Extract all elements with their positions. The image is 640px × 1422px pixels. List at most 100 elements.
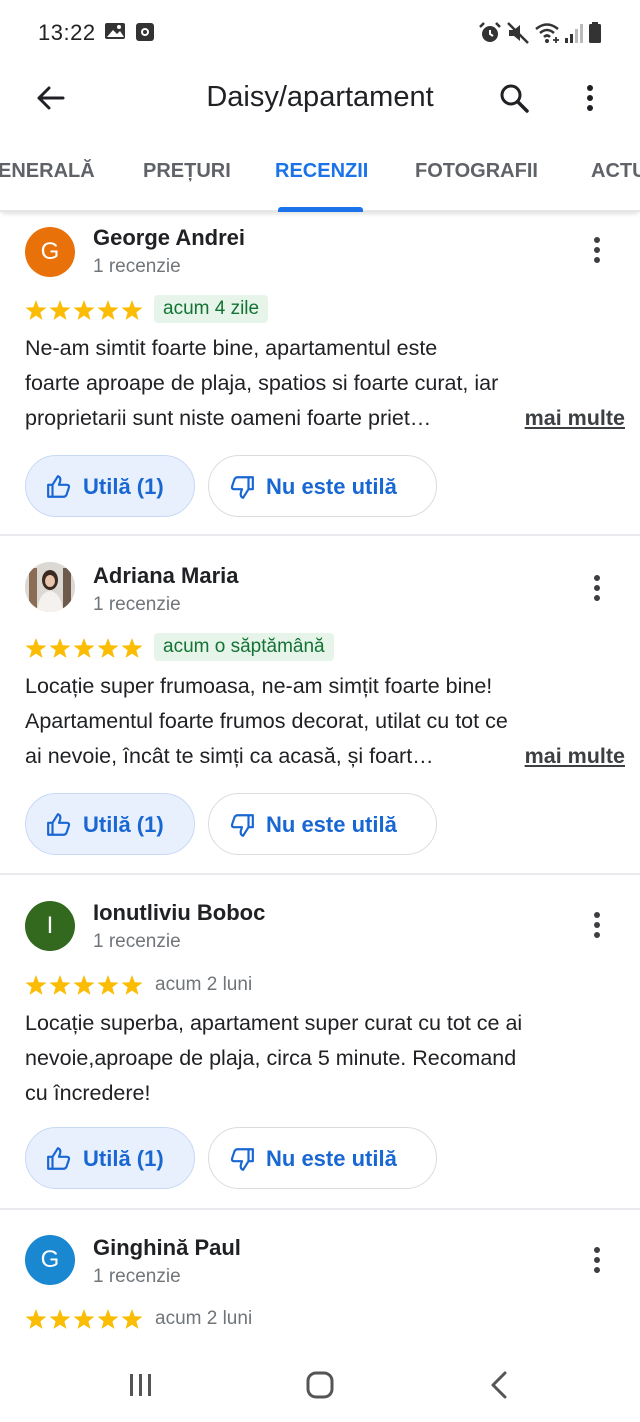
not-useful-label: Nu este utilă: [266, 474, 397, 499]
divider: [0, 1208, 640, 1210]
stars-graphic: [25, 1309, 143, 1329]
star-icon: [97, 975, 119, 995]
review-text-line: Locație super frumoasa, ne-am simțit foa…: [25, 674, 493, 698]
not-useful-button[interactable]: Nu este utilă: [208, 455, 437, 517]
star-rating: [24, 973, 144, 999]
reviewer-name[interactable]: Ionutliviu Boboc: [93, 900, 265, 926]
page-title: Daisy/apartament: [206, 81, 434, 113]
star-icon: [49, 638, 71, 658]
useful-button[interactable]: Utilă (1): [25, 455, 195, 517]
review-text-line: Ne-am simtit foarte bine, apartamentul e…: [25, 336, 438, 360]
review-date: acum o săptămână: [154, 633, 334, 661]
thumbs-down-icon: [230, 1148, 254, 1171]
review-menu-icon[interactable]: [583, 235, 611, 265]
star-icon: [97, 300, 119, 320]
useful-button[interactable]: Utilă (1): [25, 793, 195, 855]
reviewer-review-count: 1 recenzie: [93, 1266, 181, 1287]
gallery-icon: [105, 23, 125, 39]
search-icon[interactable]: [494, 78, 534, 118]
review-date: acum 4 zile: [154, 295, 269, 323]
tab-fotografii[interactable]: FOTOGRAFII: [415, 160, 538, 183]
reviewer-name[interactable]: Ginghină Paul: [93, 1235, 241, 1261]
avatar[interactable]: [25, 562, 75, 612]
star-icon: [73, 975, 95, 995]
thumbs-up-icon: [47, 813, 71, 836]
star-icon: [73, 300, 95, 320]
star-rating: [24, 1307, 144, 1333]
review-menu-icon[interactable]: [583, 1245, 611, 1275]
star-icon: [49, 300, 71, 320]
avatar[interactable]: G: [25, 1235, 75, 1285]
star-icon: [121, 975, 143, 995]
not-useful-button[interactable]: Nu este utilă: [208, 793, 437, 855]
stars-graphic: [25, 638, 143, 658]
status-bar: 13:22: [0, 0, 640, 66]
thumbs-down-icon: [230, 814, 254, 837]
star-icon: [121, 1309, 143, 1329]
reviewer-review-count: 1 recenzie: [93, 931, 181, 952]
tab-actualizari[interactable]: ACTU: [591, 160, 640, 183]
review-text-line: cu încredere!: [25, 1081, 151, 1105]
star-icon: [121, 638, 143, 658]
screen: 13:22 Daisy/apartament ENERALĂ PREȚURI R…: [0, 0, 640, 1422]
star-rating: [24, 636, 144, 662]
reviewer-name[interactable]: Adriana Maria: [93, 563, 239, 589]
review-menu-icon[interactable]: [583, 573, 611, 603]
divider: [0, 534, 640, 536]
review-date: acum 2 luni: [155, 974, 253, 995]
tab-recenzii[interactable]: RECENZII: [275, 160, 368, 183]
avatar[interactable]: G: [25, 227, 75, 277]
thumbs-down-icon: [230, 476, 254, 499]
wifi-icon: [535, 23, 559, 43]
not-useful-label: Nu este utilă: [266, 812, 397, 837]
star-icon: [25, 638, 47, 658]
review-text: Locație super frumoasa, ne-am simțit foa…: [25, 669, 625, 774]
signal-icon: [565, 24, 583, 43]
star-rating: [24, 298, 144, 324]
review-menu-icon[interactable]: [583, 910, 611, 940]
star-icon: [49, 1309, 71, 1329]
star-icon: [25, 975, 47, 995]
divider: [0, 873, 640, 875]
review-text-line: nevoie,aproape de plaja, circa 5 minute.…: [25, 1046, 517, 1070]
recents-icon[interactable]: [126, 1372, 156, 1398]
more-vert-icon[interactable]: [570, 78, 610, 118]
useful-label: Utilă (1): [83, 812, 164, 837]
more-link[interactable]: mai multe: [525, 401, 625, 436]
tab-generala[interactable]: ENERALĂ: [0, 160, 95, 183]
reviewer-name[interactable]: George Andrei: [93, 225, 245, 251]
not-useful-button[interactable]: Nu este utilă: [208, 1127, 437, 1189]
battery-icon: [589, 22, 601, 43]
review-date: acum 2 luni: [155, 1308, 253, 1329]
avatar[interactable]: I: [25, 901, 75, 951]
profile-photo-icon: [25, 562, 75, 612]
screenshot-icon: [136, 23, 154, 41]
tab-preturi[interactable]: PREȚURI: [143, 160, 231, 183]
useful-button[interactable]: Utilă (1): [25, 1127, 195, 1189]
back-icon[interactable]: [487, 1370, 513, 1400]
home-icon[interactable]: [304, 1370, 336, 1400]
stars-graphic: [25, 975, 143, 995]
more-link[interactable]: mai multe: [525, 739, 625, 774]
mute-icon: [507, 22, 529, 44]
star-icon: [121, 300, 143, 320]
star-icon: [97, 1309, 119, 1329]
app-bar: Daisy/apartament: [0, 66, 640, 132]
review-text-line: Apartamentul foarte frumos decorat, util…: [25, 709, 508, 733]
alarm-icon: [479, 22, 501, 42]
not-useful-label: Nu este utilă: [266, 1146, 397, 1171]
reviewer-review-count: 1 recenzie: [93, 256, 181, 277]
star-icon: [73, 1309, 95, 1329]
star-icon: [97, 638, 119, 658]
star-icon: [73, 638, 95, 658]
useful-label: Utilă (1): [83, 474, 164, 499]
thumbs-up-icon: [47, 1147, 71, 1170]
system-nav-bar: [0, 1348, 640, 1422]
review-text: Locație superba, apartament super curat …: [25, 1006, 625, 1111]
star-icon: [25, 1309, 47, 1329]
status-time: 13:22: [38, 20, 96, 45]
review-text-line: foarte aproape de plaja, spatios si foar…: [25, 371, 499, 395]
reviewer-review-count: 1 recenzie: [93, 594, 181, 615]
review-text: Ne-am simtit foarte bine, apartamentul e…: [25, 331, 625, 436]
review-text-line: Locație superba, apartament super curat …: [25, 1011, 523, 1035]
